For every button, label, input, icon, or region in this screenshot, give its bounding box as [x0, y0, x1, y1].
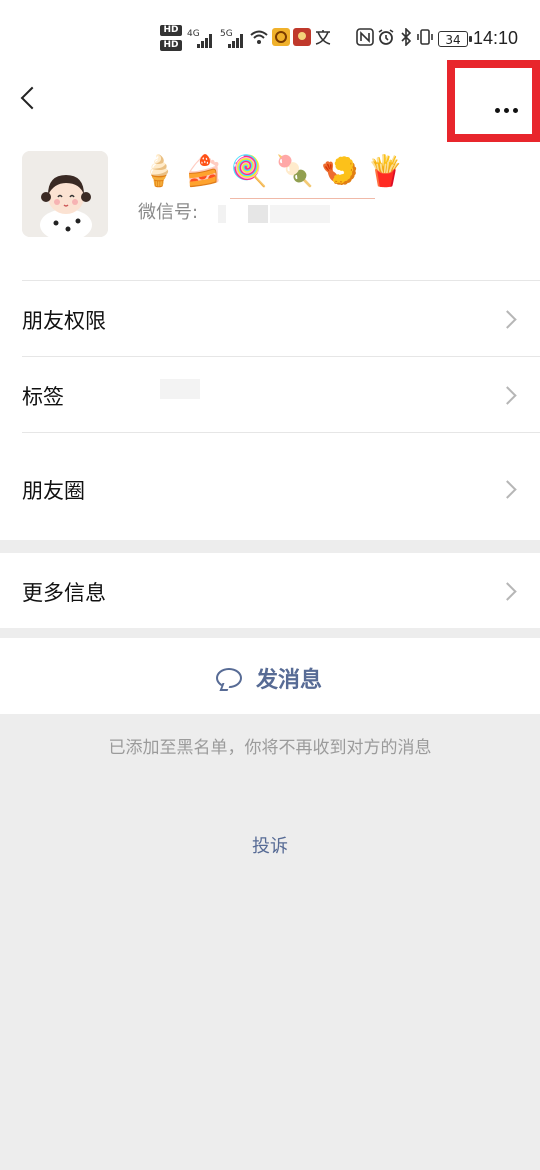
more-horizontal-icon[interactable]: [495, 98, 522, 117]
nickname: 🍦🍰🍭🍡🍤🍟: [140, 154, 413, 189]
battery-indicator: 34: [438, 31, 472, 47]
send-message-label: 发消息: [256, 668, 323, 693]
row-friend-permissions[interactable]: 朋友权限: [0, 281, 540, 356]
signal-icon-2: [228, 32, 246, 48]
game-notification-icon: [291, 26, 313, 48]
more-info-label: 更多信息: [22, 581, 106, 605]
avatar[interactable]: [22, 151, 108, 237]
wifi-icon: [248, 26, 270, 48]
hd-badge-2: HD 2: [160, 40, 182, 61]
alarm-icon: [375, 26, 397, 48]
signal-icon: [197, 32, 215, 48]
vibrate-icon: [414, 26, 436, 48]
chevron-right-icon: [498, 310, 517, 329]
send-message-button[interactable]: 发消息: [0, 638, 540, 714]
chat-bubble-icon: [216, 668, 242, 688]
friend-permissions-label: 朋友权限: [22, 309, 106, 333]
complain-link[interactable]: 投诉: [0, 832, 540, 858]
tags-label: 标签: [22, 385, 64, 409]
more-options-button[interactable]: [447, 60, 540, 142]
clock: 14:10: [472, 28, 518, 48]
wechat-id-row: 微信号:: [138, 198, 334, 224]
moments-label: 朋友圈: [22, 479, 85, 503]
translate-icon: [312, 26, 334, 48]
chevron-right-icon: [498, 480, 517, 499]
tag-value: [160, 379, 200, 399]
row-moments[interactable]: 朋友圈: [0, 433, 540, 540]
nfc-icon: [354, 26, 376, 48]
chevron-right-icon: [498, 582, 517, 601]
wechat-id-value: [204, 203, 334, 223]
row-tags[interactable]: 标签: [0, 357, 540, 432]
chevron-right-icon: [498, 386, 517, 405]
hd-badge-1: HD 1: [160, 25, 182, 46]
row-more-info[interactable]: 更多信息: [0, 553, 540, 628]
chevron-left-icon[interactable]: [16, 84, 46, 114]
wechat-id-label: 微信号:: [138, 202, 199, 223]
app-notification-icon: [270, 26, 292, 48]
blacklist-notice: 已添加至黑名单，你将不再收到对方的消息: [108, 738, 432, 758]
